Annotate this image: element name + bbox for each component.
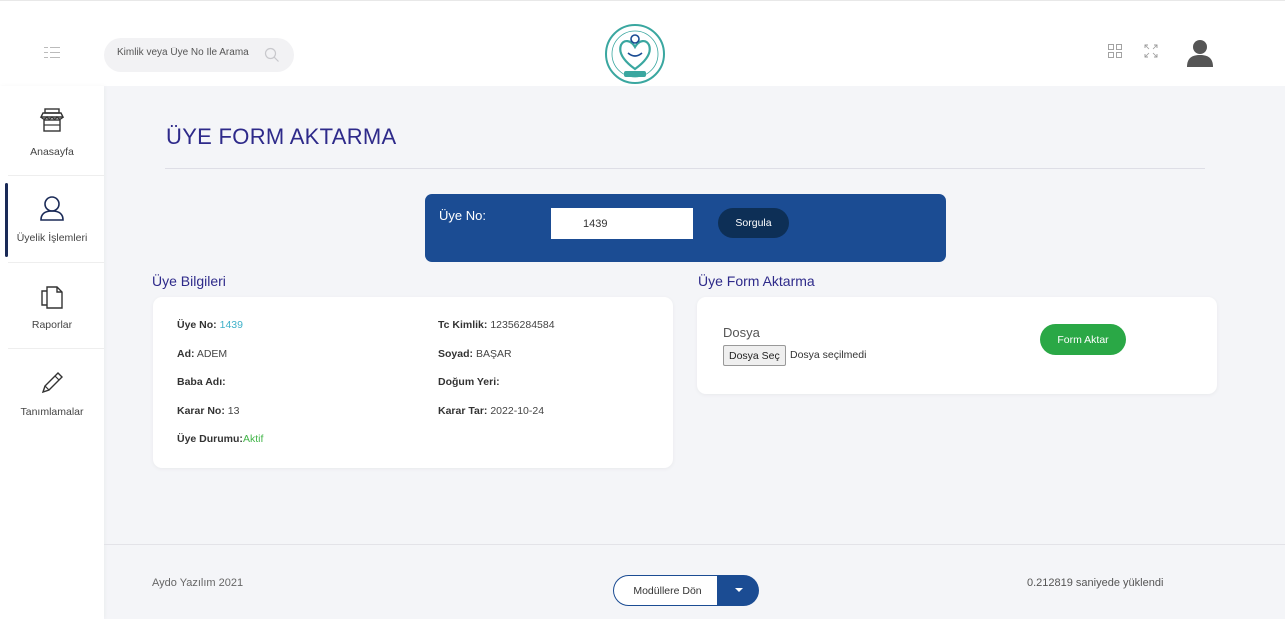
top-header (0, 0, 1285, 86)
sidebar-item-label: Anasayfa (30, 146, 74, 158)
file-label: Dosya (723, 325, 760, 340)
search-input[interactable] (117, 47, 262, 58)
surname-field: Soyad: BAŞAR (438, 348, 512, 360)
sidebar-item-anasayfa[interactable]: Anasayfa (0, 86, 104, 172)
birthplace-field: Doğum Yeri: (438, 376, 500, 388)
user-avatar-icon[interactable] (1187, 39, 1213, 67)
footer-divider (104, 544, 1285, 545)
documents-icon (41, 286, 63, 309)
member-query-panel: Üye No: Sorgula (425, 194, 946, 262)
member-info-title: Üye Bilgileri (152, 273, 226, 289)
sidebar-item-label: Tanımlamalar (20, 406, 84, 418)
user-icon (40, 196, 64, 221)
search-box (104, 38, 294, 72)
decision-date-field: Karar Tar: 2022-10-24 (438, 405, 545, 417)
choose-file-button[interactable]: Dosya Seç (723, 345, 786, 366)
name-field: Ad: ADEM (177, 348, 228, 360)
sidebar-item-label: Üyelik İşlemleri (16, 232, 88, 244)
caret-down-icon (735, 588, 743, 592)
form-transfer-card: Dosya Dosya Seç Dosya seçilmedi Form Akt… (697, 297, 1217, 394)
member-no-field: Üye No: 1439 (177, 319, 243, 331)
sidebar: Anasayfa Üyelik İşlemleri Raporlar Tanım… (0, 86, 104, 619)
sidebar-item-raporlar[interactable]: Raporlar (0, 263, 104, 349)
store-icon (39, 108, 65, 132)
form-transfer-button[interactable]: Form Aktar (1040, 324, 1126, 355)
sidebar-item-tanimlamalar[interactable]: Tanımlamalar (0, 349, 104, 435)
back-to-modules-button[interactable]: Modüllere Dön (613, 575, 721, 606)
apps-grid-icon[interactable] (1108, 44, 1122, 58)
member-no-label: Üye No: (439, 208, 486, 223)
sidebar-item-label: Raporlar (31, 319, 73, 331)
menu-toggle-icon[interactable] (44, 47, 60, 59)
footer-copyright: Aydo Yazılım 2021 (152, 577, 244, 589)
association-logo (605, 24, 665, 84)
query-button[interactable]: Sorgula (718, 208, 789, 238)
tc-kimlik-field: Tc Kimlik: 12356284584 (438, 319, 555, 331)
fullscreen-icon[interactable] (1144, 44, 1158, 58)
member-info-card: Üye No: 1439 Tc Kimlik: 12356284584 Ad: … (153, 297, 673, 468)
search-icon[interactable] (264, 47, 280, 63)
member-status-field: Üye Durumu:Aktif (177, 433, 264, 445)
page-title: ÜYE FORM AKTARMA (166, 124, 397, 149)
file-status-text: Dosya seçilmedi (790, 349, 867, 361)
title-divider (165, 168, 1205, 169)
page-load-time: 0.212819 saniyede yüklendi (1027, 577, 1164, 589)
decision-no-field: Karar No: 13 (177, 405, 240, 417)
father-name-field: Baba Adı: (177, 376, 226, 388)
sidebar-item-uyelik-islemleri[interactable]: Üyelik İşlemleri (0, 176, 104, 262)
member-no-input[interactable] (551, 208, 693, 239)
form-transfer-title: Üye Form Aktarma (698, 273, 815, 289)
pencil-icon (41, 372, 63, 394)
modules-button-group: Modüllere Dön (613, 575, 759, 606)
modules-dropdown-toggle[interactable] (717, 575, 759, 606)
